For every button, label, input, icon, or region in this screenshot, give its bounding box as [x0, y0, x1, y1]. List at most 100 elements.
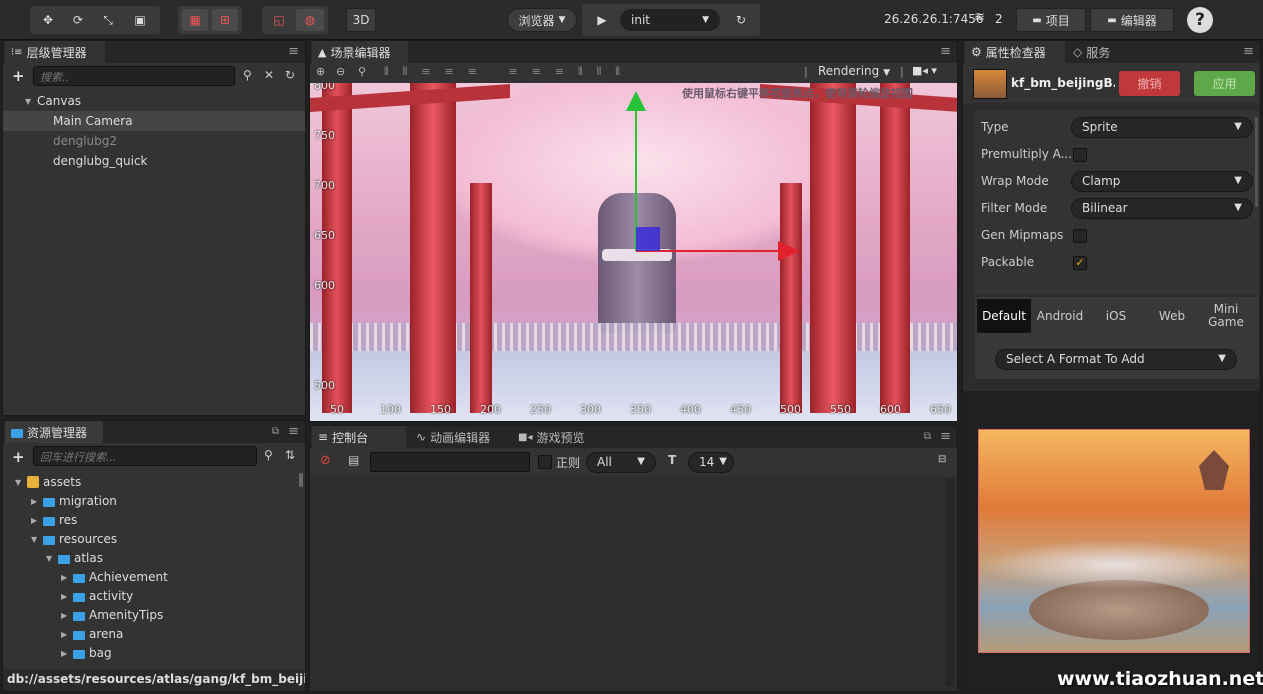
tree-item-bag[interactable]: ▶ bag — [61, 643, 112, 663]
tree-item-achievement[interactable]: ▶ Achievement — [61, 567, 168, 587]
refresh-icon[interactable]: ↻ — [728, 9, 754, 31]
editor-button[interactable]: ▬ 编辑器 — [1090, 8, 1174, 32]
type-select[interactable]: Sprite ▼ — [1071, 117, 1253, 138]
camera-icon[interactable]: ■◂ ▾ — [912, 64, 937, 77]
menu-icon[interactable]: ≡ — [940, 44, 951, 59]
y-ruler-label: 800 — [314, 83, 335, 92]
revert-button[interactable]: 撤销 — [1119, 71, 1180, 96]
tree-item-arena[interactable]: ▶ arena — [61, 624, 123, 644]
tree-item-denglubg2[interactable]: denglubg2 — [53, 131, 117, 151]
tab-game-preview[interactable]: ■◂ 游戏预览 — [512, 426, 606, 448]
scrollbar[interactable] — [299, 473, 303, 487]
menu-icon[interactable]: ≡ — [288, 44, 299, 59]
sort-icon[interactable]: ⇅ — [285, 448, 295, 462]
project-button[interactable]: ▬ 项目 — [1016, 8, 1086, 32]
level-value: All — [597, 455, 612, 469]
tab-scene[interactable]: ▲ 场景编辑器 — [312, 41, 408, 63]
menu-icon[interactable]: ≡ — [1243, 44, 1254, 59]
tab-hierarchy-label: 层级管理器 — [26, 45, 87, 60]
pivot-icon[interactable]: ▦ — [182, 9, 208, 31]
transform-gizmo[interactable] — [620, 83, 820, 263]
refresh-icon[interactable]: ↻ — [285, 68, 295, 82]
wrap-mode-select[interactable]: Clamp ▼ — [1071, 171, 1253, 192]
tree-item-activity[interactable]: ▶ activity — [61, 586, 133, 606]
add-icon[interactable]: + — [12, 448, 25, 466]
play-icon[interactable]: ▶ — [588, 9, 616, 31]
help-icon[interactable]: ? — [1187, 7, 1213, 33]
log-file-icon[interactable]: ▤ — [348, 453, 359, 467]
move-tool-icon[interactable]: ✥ — [34, 9, 62, 31]
mode-3d-button[interactable]: 3D — [346, 8, 376, 32]
platform-tab-ios[interactable]: iOS — [1089, 299, 1143, 333]
tree-item-label: Canvas — [37, 94, 82, 108]
scale-tool-icon[interactable]: ⤡ — [94, 9, 122, 31]
rendering-select[interactable]: Rendering ▼ — [818, 64, 890, 78]
tab-inspector[interactable]: ⚙ 属性检查器 — [965, 41, 1065, 63]
hierarchy-search-input[interactable]: 搜索.. — [33, 66, 235, 86]
platform-tab-android[interactable]: Android — [1033, 299, 1087, 333]
search-icon[interactable]: ⚲ — [264, 448, 273, 462]
premultiply-checkbox[interactable] — [1073, 148, 1087, 162]
tree-item-denglubg-quick[interactable]: denglubg_quick — [53, 151, 148, 171]
filter-mode-select[interactable]: Bilinear ▼ — [1071, 198, 1253, 219]
add-icon[interactable]: + — [12, 67, 25, 85]
popout-icon[interactable]: ⧉ — [924, 431, 931, 442]
menu-icon[interactable]: ≡ — [288, 424, 299, 439]
format-select[interactable]: Select A Format To Add ▼ — [995, 349, 1237, 370]
menu-icon[interactable]: ≡ — [940, 429, 951, 444]
tree-item-assets[interactable]: ▼ assets — [15, 472, 81, 492]
tree-item-main-camera[interactable]: Main Camera — [3, 111, 305, 131]
collapse-icon[interactable]: ⊟ — [938, 454, 946, 465]
tab-hierarchy[interactable]: ⁝≡ 层级管理器 — [5, 41, 105, 63]
zoom-in-icon[interactable]: ⊕ — [316, 65, 325, 78]
platform-tab-web[interactable]: Web — [1145, 299, 1199, 333]
tab-services[interactable]: ◇ 服务 — [1067, 41, 1137, 63]
scene-select[interactable]: init ▼ — [620, 9, 720, 31]
tree-item-res[interactable]: ▶ res — [31, 510, 77, 530]
search-icon[interactable]: ⚲ — [243, 68, 252, 82]
caret-down-icon: ▼ — [719, 456, 727, 467]
regex-checkbox[interactable] — [538, 455, 552, 469]
packable-checkbox[interactable]: ✓ — [1073, 256, 1087, 270]
platform-tab-default[interactable]: Default — [977, 299, 1031, 333]
tab-assets[interactable]: 资源管理器 — [5, 421, 103, 443]
gen-mipmaps-checkbox[interactable] — [1073, 229, 1087, 243]
popout-icon[interactable]: ⧉ — [272, 426, 279, 437]
x-ruler-label: 500 — [780, 403, 801, 416]
tab-console[interactable]: ≡ 控制台 — [312, 426, 406, 448]
frame-icon[interactable]: ◱ — [266, 9, 292, 31]
scrollbar[interactable] — [946, 478, 954, 686]
collapse-icon[interactable]: ✕ — [264, 68, 274, 82]
scrollbar[interactable] — [1255, 117, 1258, 207]
tree-item-atlas[interactable]: ▼ atlas — [46, 548, 103, 568]
tab-animation[interactable]: ∿ 动画编辑器 — [410, 426, 514, 448]
expand-arrow-icon: ▼ — [15, 477, 22, 487]
level-select[interactable]: All ▼ — [586, 452, 656, 473]
scene-viewport[interactable]: 使用鼠标右键平移视窗焦点，使用滚轮缩放视图 800 750 700 650 60… — [310, 83, 957, 421]
browser-select[interactable]: 浏览器 ▼ — [507, 8, 577, 32]
x-ruler-label: 550 — [830, 403, 851, 416]
platform-tab-mini-game[interactable]: Mini Game — [1197, 299, 1255, 333]
folder-icon — [73, 649, 85, 659]
align-tools-icon[interactable]: ⫴⫴≡≡≡ ≡≡≡⫴⫴⫴ — [384, 65, 634, 79]
pillar — [410, 83, 456, 413]
rotate-tool-icon[interactable]: ⟳ — [64, 9, 92, 31]
rect-tool-icon[interactable]: ▣ — [126, 9, 154, 31]
tree-item-amenitytips[interactable]: ▶ AmenityTips — [61, 605, 163, 625]
apply-button[interactable]: 应用 — [1194, 71, 1255, 96]
local-icon[interactable]: ⊞ — [212, 9, 238, 31]
font-size-select[interactable]: 14 ▼ — [688, 452, 734, 473]
x-ruler-label: 150 — [430, 403, 451, 416]
console-filter-input[interactable] — [370, 452, 530, 472]
tree-item-resources[interactable]: ▼ resources — [31, 529, 117, 549]
tree-item-migration[interactable]: ▶ migration — [31, 491, 117, 511]
clouds — [979, 540, 1249, 590]
zoom-reset-icon[interactable]: ⚲ — [358, 65, 366, 78]
globe-icon[interactable]: ◍ — [296, 9, 324, 31]
tree-item-canvas[interactable]: ▼ Canvas — [25, 91, 81, 111]
zoom-out-icon[interactable]: ⊖ — [336, 65, 345, 78]
clear-icon[interactable]: ⊘ — [320, 453, 331, 468]
scene-hint: 使用鼠标右键平移视窗焦点，使用滚轮缩放视图 — [682, 87, 913, 100]
divider: | — [804, 65, 808, 78]
assets-search-input[interactable]: 回车进行搜索... — [33, 446, 257, 466]
